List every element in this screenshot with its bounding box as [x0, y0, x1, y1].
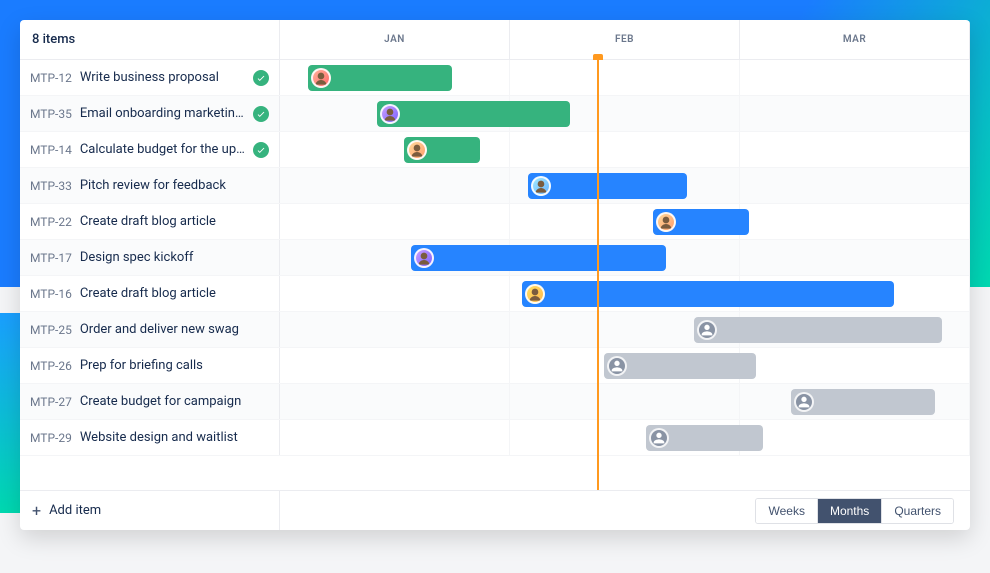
- issue-title: Create budget for campaign: [80, 394, 269, 409]
- issue-key: MTP-35: [30, 107, 72, 121]
- zoom-quarters-button[interactable]: Quarters: [881, 499, 953, 523]
- done-check-icon: [253, 70, 269, 86]
- issue-title: Calculate budget for the upc...: [80, 142, 245, 157]
- issue-title: Order and deliver new swag: [80, 322, 269, 337]
- timeline-body: MTP-12 Write business proposal MTP-35 Email…: [20, 60, 970, 490]
- add-item-button[interactable]: + Add item: [20, 491, 280, 530]
- row-left: MTP-33 Pitch review for feedback: [20, 168, 280, 203]
- row-timeline: [280, 420, 970, 455]
- assignee-avatar[interactable]: [531, 176, 551, 196]
- issue-key: MTP-29: [30, 431, 72, 445]
- gantt-bar[interactable]: [646, 425, 763, 451]
- zoom-months-button[interactable]: Months: [817, 499, 881, 523]
- unassigned-avatar-icon[interactable]: [794, 392, 814, 412]
- issue-title: Create draft blog article: [80, 286, 269, 301]
- issue-key: MTP-16: [30, 287, 72, 301]
- row-left: MTP-35 Email onboarding marketing...: [20, 96, 280, 131]
- assignee-avatar[interactable]: [414, 248, 434, 268]
- table-row[interactable]: MTP-33 Pitch review for feedback: [20, 168, 970, 204]
- timeline-footer: + Add item Weeks Months Quarters: [20, 490, 970, 530]
- items-count: 8 items: [20, 20, 280, 59]
- table-row[interactable]: MTP-35 Email onboarding marketing...: [20, 96, 970, 132]
- month-header: JAN FEB MAR: [280, 20, 970, 59]
- row-left: MTP-22 Create draft blog article: [20, 204, 280, 239]
- row-timeline: [280, 168, 970, 203]
- row-timeline: [280, 60, 970, 95]
- month-col-jan: JAN: [280, 20, 510, 59]
- done-check-icon: [253, 106, 269, 122]
- add-item-label: Add item: [49, 503, 101, 518]
- row-left: MTP-16 Create draft blog article: [20, 276, 280, 311]
- gantt-bar[interactable]: [528, 173, 687, 199]
- issue-key: MTP-12: [30, 71, 72, 85]
- issue-title: Create draft blog article: [80, 214, 269, 229]
- month-col-feb: FEB: [510, 20, 740, 59]
- gantt-bar[interactable]: [308, 65, 453, 91]
- issue-key: MTP-25: [30, 323, 72, 337]
- issue-key: MTP-27: [30, 395, 72, 409]
- issue-key: MTP-14: [30, 143, 72, 157]
- row-timeline: [280, 348, 970, 383]
- row-left: MTP-17 Design spec kickoff: [20, 240, 280, 275]
- table-row[interactable]: MTP-22 Create draft blog article: [20, 204, 970, 240]
- zoom-toggle: Weeks Months Quarters: [755, 498, 954, 524]
- footer-right: Weeks Months Quarters: [280, 491, 970, 530]
- timeline-panel: 8 items JAN FEB MAR MTP-12 Write business…: [20, 20, 970, 530]
- assignee-avatar[interactable]: [407, 140, 427, 160]
- zoom-weeks-button[interactable]: Weeks: [756, 499, 816, 523]
- table-row[interactable]: MTP-14 Calculate budget for the upc...: [20, 132, 970, 168]
- row-left: MTP-14 Calculate budget for the upc...: [20, 132, 280, 167]
- row-timeline: [280, 204, 970, 239]
- gantt-bar[interactable]: [791, 389, 936, 415]
- row-timeline: [280, 96, 970, 131]
- table-row[interactable]: MTP-25 Order and deliver new swag: [20, 312, 970, 348]
- gantt-bar[interactable]: [522, 281, 895, 307]
- gantt-bar[interactable]: [404, 137, 480, 163]
- issue-title: Email onboarding marketing...: [80, 106, 245, 121]
- plus-icon: +: [32, 501, 41, 520]
- issue-title: Prep for briefing calls: [80, 358, 269, 373]
- issue-key: MTP-26: [30, 359, 72, 373]
- issue-title: Design spec kickoff: [80, 250, 269, 265]
- table-row[interactable]: MTP-12 Write business proposal: [20, 60, 970, 96]
- issue-key: MTP-33: [30, 179, 72, 193]
- row-left: MTP-12 Write business proposal: [20, 60, 280, 95]
- gantt-bar[interactable]: [377, 101, 570, 127]
- issue-title: Website design and waitlist: [80, 430, 269, 445]
- table-row[interactable]: MTP-16 Create draft blog article: [20, 276, 970, 312]
- gantt-bar[interactable]: [604, 353, 756, 379]
- gantt-bar[interactable]: [694, 317, 942, 343]
- gantt-bar[interactable]: [653, 209, 750, 235]
- assignee-avatar[interactable]: [656, 212, 676, 232]
- done-check-icon: [253, 142, 269, 158]
- row-timeline: [280, 240, 970, 275]
- assignee-avatar[interactable]: [525, 284, 545, 304]
- table-row[interactable]: MTP-27 Create budget for campaign: [20, 384, 970, 420]
- issue-title: Write business proposal: [80, 70, 245, 85]
- issue-key: MTP-17: [30, 251, 72, 265]
- issue-title: Pitch review for feedback: [80, 178, 269, 193]
- month-col-mar: MAR: [740, 20, 970, 59]
- gantt-bar[interactable]: [411, 245, 666, 271]
- assignee-avatar[interactable]: [380, 104, 400, 124]
- table-row[interactable]: MTP-17 Design spec kickoff: [20, 240, 970, 276]
- row-left: MTP-25 Order and deliver new swag: [20, 312, 280, 347]
- timeline-header-row: 8 items JAN FEB MAR: [20, 20, 970, 60]
- row-left: MTP-29 Website design and waitlist: [20, 420, 280, 455]
- row-timeline: [280, 312, 970, 347]
- unassigned-avatar-icon[interactable]: [697, 320, 717, 340]
- row-timeline: [280, 132, 970, 167]
- table-row[interactable]: MTP-26 Prep for briefing calls: [20, 348, 970, 384]
- row-timeline: [280, 384, 970, 419]
- issue-key: MTP-22: [30, 215, 72, 229]
- row-left: MTP-27 Create budget for campaign: [20, 384, 280, 419]
- unassigned-avatar-icon[interactable]: [607, 356, 627, 376]
- assignee-avatar[interactable]: [311, 68, 331, 88]
- table-row[interactable]: MTP-29 Website design and waitlist: [20, 420, 970, 456]
- unassigned-avatar-icon[interactable]: [649, 428, 669, 448]
- row-left: MTP-26 Prep for briefing calls: [20, 348, 280, 383]
- row-timeline: [280, 276, 970, 311]
